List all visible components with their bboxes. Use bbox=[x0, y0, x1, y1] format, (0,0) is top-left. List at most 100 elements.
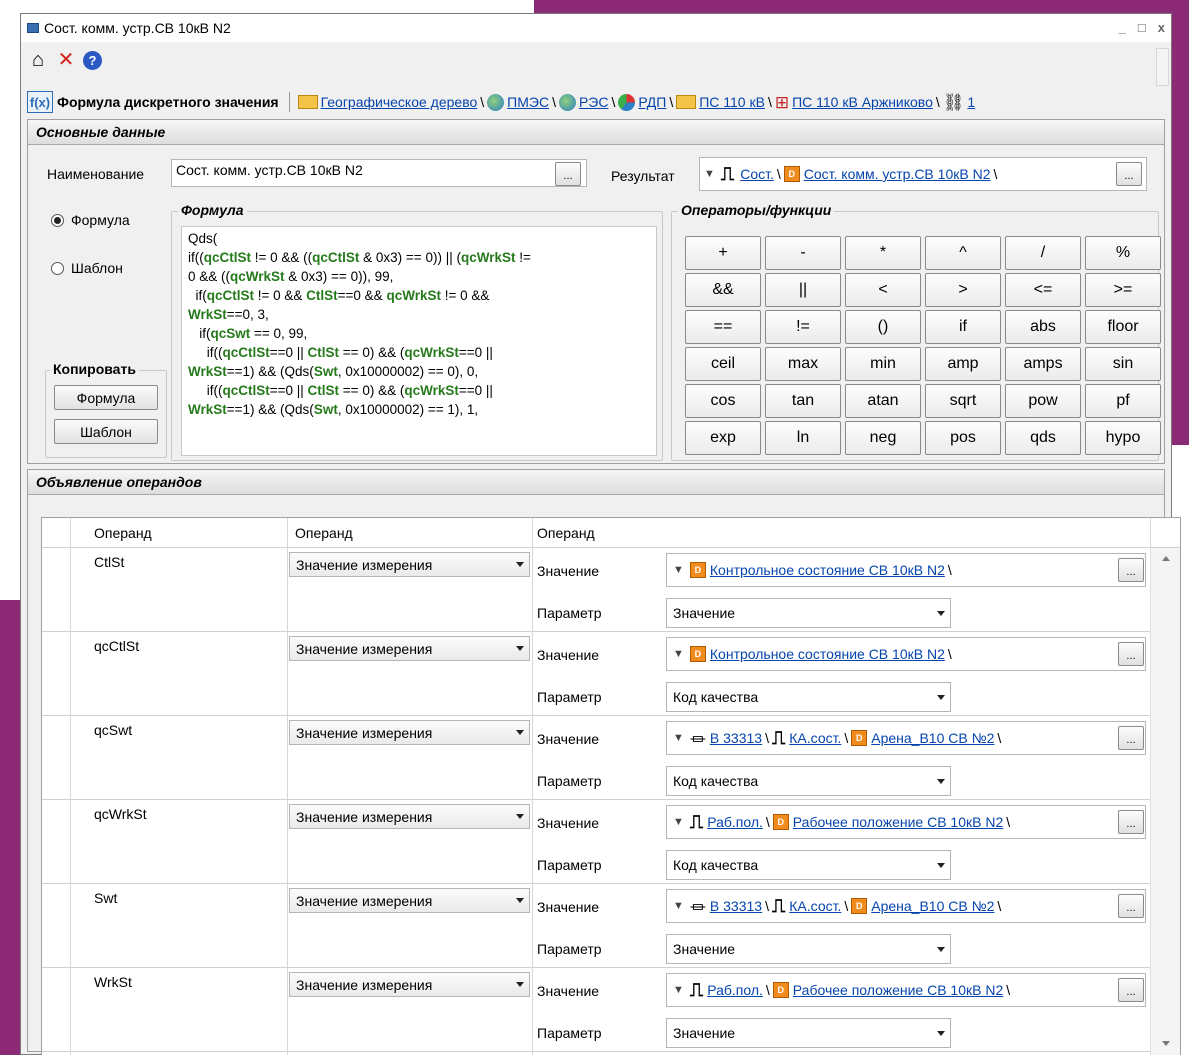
breadcrumb-item-res[interactable]: РЭС bbox=[579, 94, 609, 110]
breadcrumb-item-rdp[interactable]: РДП bbox=[638, 94, 666, 110]
chevron-down-icon[interactable] bbox=[937, 779, 945, 784]
operator-button[interactable]: if bbox=[925, 310, 1001, 344]
operand-browse-button[interactable]: ... bbox=[1118, 894, 1144, 918]
column-header-operand-1[interactable]: Операнд bbox=[94, 525, 152, 541]
operator-button[interactable]: sin bbox=[1085, 347, 1161, 381]
scroll-down-icon[interactable] bbox=[1162, 1041, 1170, 1046]
name-input[interactable]: Сост. комм. устр.СВ 10кВ N2 bbox=[171, 159, 587, 187]
operand-name[interactable]: qcCtlSt bbox=[94, 638, 139, 654]
chevron-down-icon[interactable] bbox=[937, 1031, 945, 1036]
chevron-down-icon[interactable] bbox=[937, 863, 945, 868]
operand-ref-field[interactable]: ▼ D Контрольное состояние СВ 10кВ N2 \ bbox=[666, 553, 1146, 587]
operator-button[interactable]: () bbox=[845, 310, 921, 344]
operator-button[interactable]: == bbox=[685, 310, 761, 344]
copy-formula-button[interactable]: Формула bbox=[54, 385, 158, 410]
ref-link-signal[interactable]: КА.сост. bbox=[789, 730, 841, 746]
operand-type-select[interactable]: Значение измерения bbox=[289, 888, 530, 913]
operand-browse-button[interactable]: ... bbox=[1118, 978, 1144, 1002]
operand-param-select[interactable]: Код качества bbox=[666, 850, 951, 880]
operator-button[interactable]: sqrt bbox=[925, 384, 1001, 418]
operator-button[interactable]: floor bbox=[1085, 310, 1161, 344]
chevron-down-icon[interactable] bbox=[937, 947, 945, 952]
operator-button[interactable]: neg bbox=[845, 421, 921, 455]
operator-button[interactable]: tan bbox=[765, 384, 841, 418]
operator-button[interactable]: / bbox=[1005, 236, 1081, 270]
formula-editor[interactable]: Qds( if((qcCtlSt != 0 && ((qcCtlSt & 0x3… bbox=[181, 226, 657, 456]
minimize-button[interactable]: _ bbox=[1119, 20, 1126, 35]
operator-button[interactable]: && bbox=[685, 273, 761, 307]
operator-button[interactable]: != bbox=[765, 310, 841, 344]
operand-type-select[interactable]: Значение измерения bbox=[289, 636, 530, 661]
operator-button[interactable]: abs bbox=[1005, 310, 1081, 344]
operator-button[interactable]: amps bbox=[1005, 347, 1081, 381]
operator-button[interactable]: pf bbox=[1085, 384, 1161, 418]
copy-template-button[interactable]: Шаблон bbox=[54, 419, 158, 444]
vertical-scrollbar[interactable] bbox=[1150, 548, 1180, 1055]
chevron-down-icon[interactable] bbox=[516, 562, 524, 567]
operand-browse-button[interactable]: ... bbox=[1118, 558, 1144, 582]
operand-ref-field[interactable]: ▼ ⎍ Раб.пол. \ D Рабочее положение СВ 10кВ N2… bbox=[666, 805, 1146, 839]
operand-name[interactable]: WrkSt bbox=[94, 974, 132, 990]
title-bar[interactable]: Сост. комм. устр.СВ 10кВ N2 _ □ x bbox=[21, 14, 1171, 42]
ref-link-param[interactable]: Арена_В10 СВ №2 bbox=[871, 898, 994, 914]
ref-link-signal[interactable]: Раб.пол. bbox=[707, 982, 763, 998]
operand-param-select[interactable]: Значение bbox=[666, 598, 951, 628]
delete-icon[interactable]: ✕ bbox=[55, 49, 77, 71]
chevron-down-icon[interactable] bbox=[516, 730, 524, 735]
operator-button[interactable]: cos bbox=[685, 384, 761, 418]
operator-button[interactable]: pos bbox=[925, 421, 1001, 455]
operator-button[interactable]: min bbox=[845, 347, 921, 381]
operand-param-select[interactable]: Значение bbox=[666, 1018, 951, 1048]
operator-button[interactable]: * bbox=[845, 236, 921, 270]
operand-type-select[interactable]: Значение измерения bbox=[289, 972, 530, 997]
result-field[interactable]: ▼ ⎍ Сост. \ D Сост. комм. устр.СВ 10кВ N2… bbox=[699, 157, 1147, 191]
operator-button[interactable]: pow bbox=[1005, 384, 1081, 418]
chevron-down-icon[interactable] bbox=[516, 814, 524, 819]
breadcrumb-item-1[interactable]: 1 bbox=[967, 94, 975, 110]
result-link-state[interactable]: Сост. bbox=[740, 166, 774, 182]
ref-link-signal[interactable]: КА.сост. bbox=[789, 898, 841, 914]
operator-button[interactable]: ceil bbox=[685, 347, 761, 381]
close-window-button[interactable]: x bbox=[1158, 20, 1165, 35]
column-header-operand-3[interactable]: Операнд bbox=[537, 525, 595, 541]
operator-button[interactable]: + bbox=[685, 236, 761, 270]
operator-button[interactable]: exp bbox=[685, 421, 761, 455]
operand-type-select[interactable]: Значение измерения bbox=[289, 804, 530, 829]
operator-button[interactable]: amp bbox=[925, 347, 1001, 381]
operand-param-select[interactable]: Значение bbox=[666, 934, 951, 964]
breadcrumb-item-ps110[interactable]: ПС 110 кВ bbox=[699, 94, 765, 110]
operator-button[interactable]: - bbox=[765, 236, 841, 270]
breadcrumb-item-pmes[interactable]: ПМЭС bbox=[507, 94, 549, 110]
help-icon[interactable]: ? bbox=[83, 50, 102, 70]
breadcrumb-item-arzhnikovo[interactable]: ПС 110 кВ Аржниково bbox=[792, 94, 933, 110]
ref-link-param[interactable]: Контрольное состояние СВ 10кВ N2 bbox=[710, 562, 945, 578]
ref-link-signal[interactable]: Раб.пол. bbox=[707, 814, 763, 830]
home-icon[interactable]: ⌂ bbox=[27, 49, 49, 71]
column-header-operand-2[interactable]: Операнд bbox=[295, 525, 353, 541]
radio-formula[interactable]: Формула bbox=[51, 212, 130, 228]
operator-button[interactable]: ^ bbox=[925, 236, 1001, 270]
maximize-button[interactable]: □ bbox=[1138, 20, 1146, 35]
scroll-up-icon[interactable] bbox=[1162, 556, 1170, 561]
operand-browse-button[interactable]: ... bbox=[1118, 810, 1144, 834]
operator-button[interactable]: atan bbox=[845, 384, 921, 418]
toolbar-scrollbar[interactable] bbox=[1156, 48, 1169, 86]
operator-button[interactable]: ln bbox=[765, 421, 841, 455]
ref-link-switch[interactable]: В 33313 bbox=[710, 730, 762, 746]
chevron-down-icon[interactable] bbox=[516, 646, 524, 651]
ref-link-switch[interactable]: В 33313 bbox=[710, 898, 762, 914]
ref-link-param[interactable]: Арена_В10 СВ №2 bbox=[871, 730, 994, 746]
radio-template[interactable]: Шаблон bbox=[51, 260, 123, 276]
operand-name[interactable]: qcSwt bbox=[94, 722, 132, 738]
chevron-down-icon[interactable] bbox=[937, 695, 945, 700]
operand-param-select[interactable]: Код качества bbox=[666, 682, 951, 712]
operator-button[interactable]: % bbox=[1085, 236, 1161, 270]
operand-ref-field[interactable]: ▼ ⎍ Раб.пол. \ D Рабочее положение СВ 10кВ N2… bbox=[666, 973, 1146, 1007]
operator-button[interactable]: > bbox=[925, 273, 1001, 307]
operand-browse-button[interactable]: ... bbox=[1118, 726, 1144, 750]
radio-template-dot[interactable] bbox=[51, 261, 64, 275]
operand-name[interactable]: Swt bbox=[94, 890, 117, 906]
chevron-down-icon[interactable] bbox=[516, 982, 524, 987]
operand-name[interactable]: qcWrkSt bbox=[94, 806, 147, 822]
ref-link-param[interactable]: Рабочее положение СВ 10кВ N2 bbox=[793, 814, 1003, 830]
